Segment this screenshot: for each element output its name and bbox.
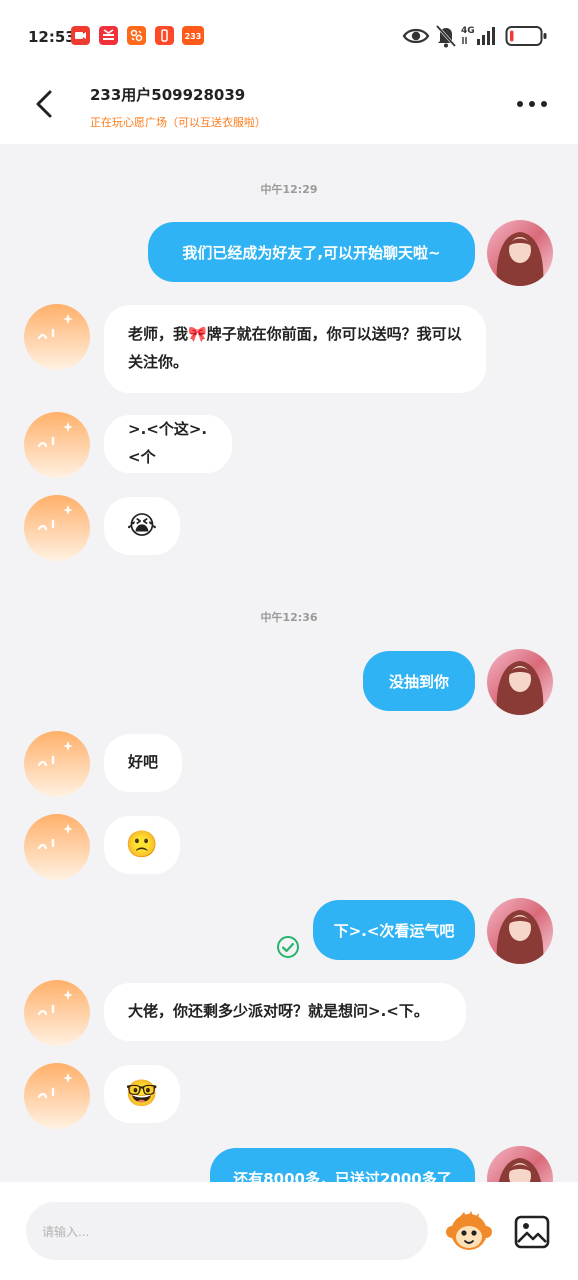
friend-avatar[interactable] <box>24 495 90 561</box>
timestamp: 中午12:29 <box>260 183 318 196</box>
incoming-message[interactable]: 大佬，你还剩多少派对呀？就是想问>.<下。 <box>104 983 466 1041</box>
back-arrow-icon <box>36 90 52 118</box>
shop-app-icon <box>99 26 118 45</box>
message-input-wrapper <box>26 1202 428 1262</box>
friend-avatar[interactable] <box>24 814 90 880</box>
outgoing-message[interactable]: 我们已经成为好友了,可以开始聊天啦~ <box>148 222 475 282</box>
signal-icon: 4G <box>461 22 499 50</box>
chat-title: 233用户509928039 <box>90 86 246 104</box>
friend-avatar[interactable] <box>24 1063 90 1129</box>
delivered-check-icon <box>276 935 300 959</box>
video-app-icon <box>71 26 90 45</box>
game233-label: 233 <box>185 32 202 41</box>
more-dot-icon <box>517 101 523 107</box>
my-avatar[interactable] <box>487 649 553 715</box>
incoming-message[interactable]: 好吧 <box>104 734 182 792</box>
incoming-emoji-message[interactable]: 😭 <box>104 497 180 555</box>
incoming-emoji-message[interactable]: 🤓 <box>104 1065 180 1123</box>
network-type-label: 4G <box>461 26 475 36</box>
emoji-mascot-button[interactable] <box>444 1210 494 1256</box>
back-button[interactable] <box>30 86 60 122</box>
monkey-mascot-icon <box>446 1211 492 1250</box>
more-dot-icon <box>529 101 535 107</box>
more-options-button[interactable] <box>514 90 550 116</box>
eye-icon <box>402 22 430 50</box>
status-time: 12:53 <box>28 28 76 46</box>
battery-icon <box>505 22 549 50</box>
my-avatar[interactable] <box>487 220 553 286</box>
status-bar: 12:53 233 4G <box>0 0 578 72</box>
mute-bell-icon <box>434 22 458 50</box>
friend-avatar[interactable] <box>24 731 90 797</box>
image-icon <box>514 1215 550 1249</box>
friend-avatar[interactable] <box>24 412 90 478</box>
outgoing-message[interactable]: 没抽到你 <box>363 651 475 711</box>
composer-bar <box>0 1182 578 1280</box>
friend-avatar[interactable] <box>24 304 90 370</box>
friend-avatar[interactable] <box>24 980 90 1046</box>
my-avatar[interactable] <box>487 898 553 964</box>
chat-header: 233用户509928039 正在玩心愿广场（可以互送衣服啦） <box>0 72 578 144</box>
game233-app-icon: 233 <box>182 26 204 45</box>
more-dot-icon <box>541 101 547 107</box>
phone-app-icon <box>155 26 174 45</box>
outgoing-message[interactable]: 下>.<次看运气吧 <box>313 900 475 960</box>
incoming-message[interactable]: >.<个这>.<个 <box>104 415 232 473</box>
send-image-button[interactable] <box>512 1214 552 1250</box>
incoming-emoji-message[interactable]: 🙁 <box>104 816 180 874</box>
chat-subtitle: 正在玩心愿广场（可以互送衣服啦） <box>90 116 266 129</box>
timestamp: 中午12:36 <box>260 611 318 624</box>
message-input[interactable] <box>40 1202 414 1262</box>
wallet-app-icon <box>127 26 146 45</box>
incoming-message[interactable]: 老师，我🎀牌子就在你前面，你可以送吗？我可以关注你。 <box>104 305 486 393</box>
